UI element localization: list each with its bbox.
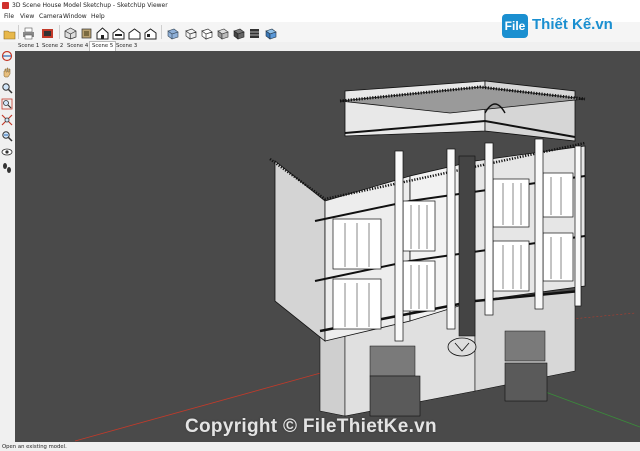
tab-scene-4[interactable]: Scene 4 — [65, 42, 90, 51]
camera-toolbar — [0, 42, 14, 443]
status-bar: Open an existing model. — [0, 443, 640, 451]
previous-icon[interactable] — [1, 127, 13, 142]
tab-scene-3[interactable]: Scene 3 — [114, 42, 139, 51]
iso-view-icon[interactable] — [64, 25, 77, 40]
top-view-icon[interactable] — [80, 25, 93, 39]
styles-icon[interactable] — [264, 25, 277, 40]
open-file-icon[interactable] — [3, 25, 16, 40]
zoom-icon[interactable] — [1, 79, 13, 94]
model-viewport[interactable] — [15, 51, 640, 442]
house-model-render — [74, 80, 640, 442]
menu-window[interactable]: Window — [63, 11, 87, 22]
left-view-icon[interactable] — [144, 25, 157, 40]
pan-icon[interactable] — [1, 63, 13, 78]
tab-scene-1[interactable]: Scene 1 — [16, 42, 41, 51]
monochrome-icon[interactable] — [248, 25, 261, 38]
title-bar: 3D Scene House Model Sketchup - SketchUp… — [0, 0, 640, 11]
zoom-extents-icon[interactable] — [1, 111, 13, 126]
sketchup-app-icon — [2, 2, 9, 9]
menu-file[interactable]: File — [4, 11, 14, 22]
window-title: 3D Scene House Model Sketchup - SketchUp… — [12, 2, 168, 9]
filethietke-logo: File Thiết Kế.vn — [500, 12, 640, 40]
scene-tabs: Scene 1 Scene 2 Scene 4 Scene 5 Scene 3 — [0, 41, 640, 52]
print-icon[interactable] — [22, 25, 35, 40]
logo-text: Thiết Kế.vn — [532, 16, 613, 33]
model-info-icon[interactable] — [41, 25, 54, 38]
front-view-icon[interactable] — [96, 25, 109, 40]
menu-view[interactable]: View — [20, 11, 34, 22]
right-view-icon[interactable] — [112, 25, 125, 40]
toolbar-separator — [59, 25, 60, 39]
tab-scene-2[interactable]: Scene 2 — [40, 42, 65, 51]
wireframe-icon[interactable] — [184, 25, 197, 40]
toolbar-separator — [18, 25, 19, 39]
menu-help[interactable]: Help — [91, 11, 105, 22]
toolbar-separator — [161, 25, 162, 39]
menu-camera[interactable]: Camera — [39, 11, 63, 22]
copyright-watermark: Copyright © FileThietKe.vn — [185, 416, 437, 437]
status-text: Open an existing model. — [2, 444, 67, 450]
logo-badge: File — [502, 14, 528, 38]
zoom-window-icon[interactable] — [1, 95, 13, 110]
back-view-icon[interactable] — [128, 25, 141, 40]
shaded-textures-icon[interactable] — [232, 25, 245, 40]
walk-icon[interactable] — [1, 159, 13, 173]
xray-icon[interactable] — [166, 25, 179, 40]
shaded-icon[interactable] — [216, 25, 229, 40]
look-around-icon[interactable] — [1, 143, 13, 156]
hidden-line-icon[interactable] — [200, 25, 213, 40]
